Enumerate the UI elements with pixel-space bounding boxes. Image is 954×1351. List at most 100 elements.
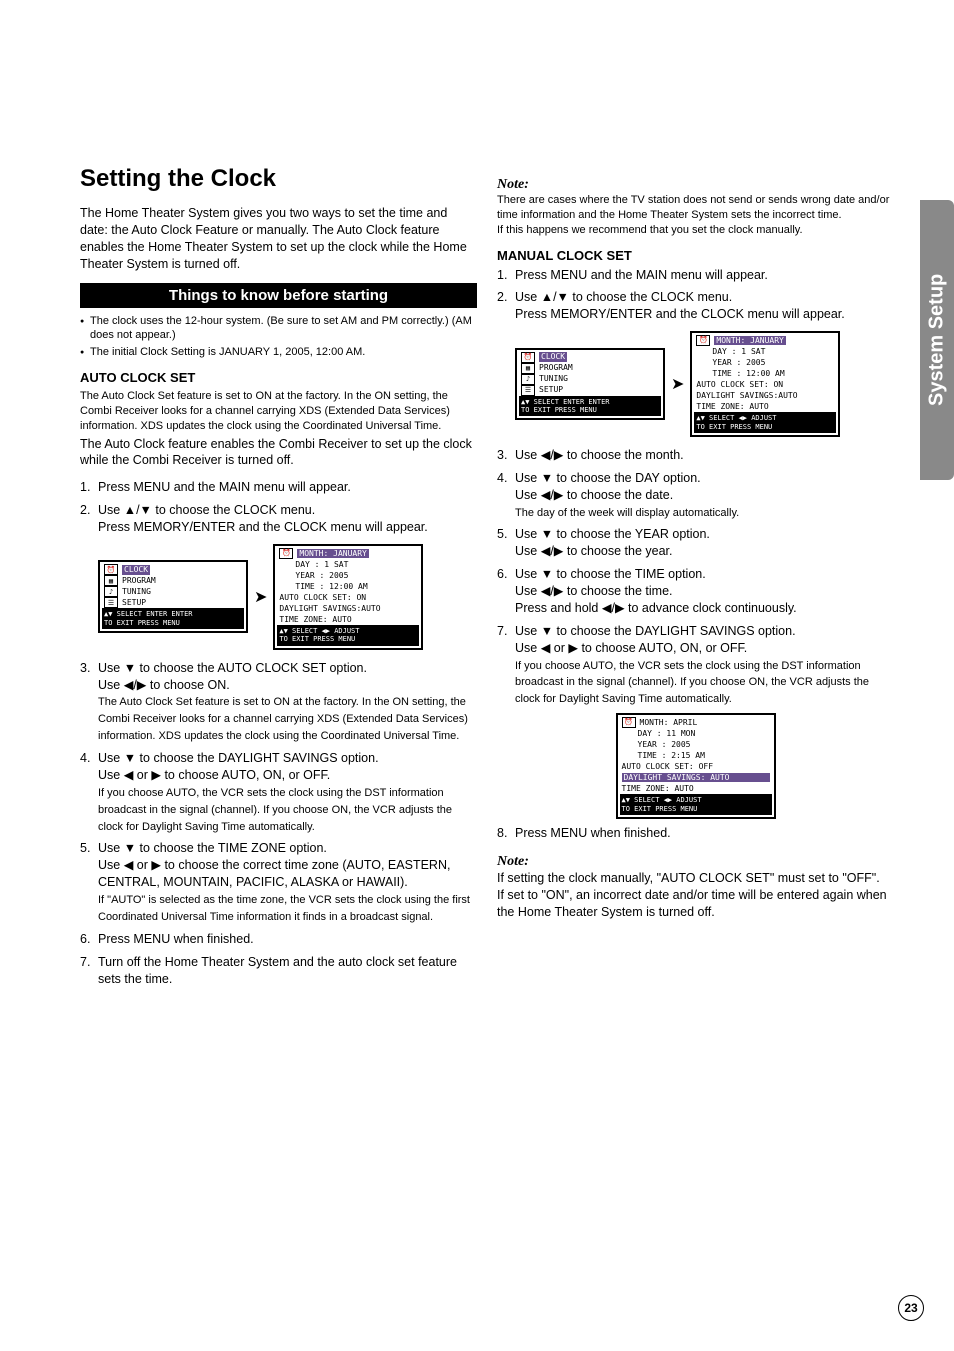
step-item: 4.Use ▼ to choose the DAY option.Use ◀/▶… — [497, 470, 894, 521]
manual-steps-2: 3. Use ◀/▶ to choose the month. 4.Use ▼ t… — [497, 447, 894, 707]
osd-footer: ▲▼ SELECT ENTER ENTER TO EXIT PRESS MENU — [519, 396, 661, 417]
menu-item: CLOCK — [539, 352, 567, 362]
menu-item: TUNING — [122, 587, 151, 597]
menu-row: YEAR : 2005 — [277, 570, 419, 581]
menu-row: TIME ZONE: AUTO — [620, 783, 772, 794]
step-text: Use ◀/▶ to choose ON. — [98, 678, 230, 692]
step-num: 1. — [80, 479, 90, 496]
left-column: Setting the Clock The Home Theater Syste… — [80, 165, 477, 993]
step-num: 6. — [80, 931, 90, 948]
menu-row: MONTH: JANUARY — [714, 336, 785, 346]
step-text: Press MENU when finished. — [98, 932, 254, 946]
step-text: Press MEMORY/ENTER and the CLOCK menu wi… — [98, 520, 428, 534]
footer-line: TO EXIT PRESS MENU — [104, 619, 242, 627]
clock-icon: ⏰ — [521, 352, 535, 363]
step-num: 7. — [80, 954, 90, 971]
clock-icon: ⏰ — [279, 548, 293, 559]
step-item: 8.Press MENU when finished. — [497, 825, 894, 842]
page-number: 23 — [898, 1295, 924, 1321]
program-icon: ▦ — [521, 363, 535, 374]
manual-steps-3: 8.Press MENU when finished. — [497, 825, 894, 842]
tuning-icon: ♪ — [104, 586, 118, 597]
osd-footer: ▲▼ SELECT ◀▶ ADJUST TO EXIT PRESS MENU — [694, 412, 836, 433]
step-text: Use ▼ to choose the DAYLIGHT SAVINGS opt… — [98, 751, 379, 765]
clock-icon: ⏰ — [622, 717, 636, 728]
auto-para-2: The Auto Clock feature enables the Combi… — [80, 436, 477, 470]
figure-menus: ⏰CLOCK ▦PROGRAM ♪TUNING ☰SETUP ▲▼ SELECT… — [98, 544, 477, 650]
menu-item: PROGRAM — [122, 576, 156, 586]
menu-row: DAY : 1 SAT — [277, 559, 419, 570]
note-text: If setting the clock manually, "AUTO CLO… — [497, 870, 894, 887]
step-text: Use ◀/▶ to choose the year. — [515, 544, 673, 558]
step-item: 2.Use ▲/▼ to choose the CLOCK menu.Press… — [497, 289, 894, 323]
step-text: Press MENU when finished. — [515, 826, 671, 840]
step-text: Press and hold ◀/▶ to advance clock cont… — [515, 601, 797, 615]
note-text: If set to "ON", an incorrect date and/or… — [497, 887, 894, 921]
step-num: 6. — [497, 566, 507, 583]
footer-line: ▲▼ SELECT ◀▶ ADJUST — [696, 414, 834, 422]
step-text: Use ▼ to choose the DAY option. — [515, 471, 701, 485]
auto-para-1: The Auto Clock Set feature is set to ON … — [80, 389, 477, 434]
menu-row: TIME : 12:00 AM — [277, 581, 419, 592]
footer-line: ▲▼ SELECT ◀▶ ADJUST — [622, 796, 770, 804]
figure-clock-detail: ⏰MONTH: APRIL DAY : 11 MON YEAR : 2005 T… — [497, 713, 894, 819]
step-item: 3. Use ◀/▶ to choose the month. — [497, 447, 894, 464]
step-text: Use ◀/▶ to choose the date. — [515, 488, 673, 502]
things-bullets: The clock uses the 12-hour system. (Be s… — [80, 314, 477, 361]
menu-row: DAY : 11 MON — [620, 728, 772, 739]
step-num: 5. — [497, 526, 507, 543]
step-text: Press MEMORY/ENTER and the CLOCK menu wi… — [515, 307, 845, 321]
step-text: Press MENU and the MAIN menu will appear… — [515, 268, 768, 282]
note-text: There are cases where the TV station doe… — [497, 193, 894, 223]
things-heading: Things to know before starting — [80, 283, 477, 308]
menu-row: YEAR : 2005 — [694, 357, 836, 368]
step-num: 4. — [80, 750, 90, 767]
side-tab: System Setup — [920, 200, 954, 480]
osd-footer: ▲▼ SELECT ENTER ENTER TO EXIT PRESS MENU — [102, 608, 244, 629]
note-text: If this happens we recommend that you se… — [497, 223, 894, 238]
program-icon: ▦ — [104, 575, 118, 586]
step-num: 3. — [497, 447, 507, 464]
footer-line: TO EXIT PRESS MENU — [521, 406, 659, 414]
menu-row: TIME : 2:15 AM — [620, 750, 772, 761]
step-text: Use ◀ or ▶ to choose the correct time zo… — [98, 858, 450, 889]
tuning-icon: ♪ — [521, 374, 535, 385]
main-menu-osd: ⏰CLOCK ▦PROGRAM ♪TUNING ☰SETUP ▲▼ SELECT… — [515, 348, 665, 421]
step-item: 2.Use ▲/▼ to choose the CLOCK menu.Press… — [80, 502, 477, 536]
menu-row: MONTH: JANUARY — [297, 549, 368, 559]
menu-row: TIME ZONE: AUTO — [277, 614, 419, 625]
figure-menus: ⏰CLOCK ▦PROGRAM ♪TUNING ☰SETUP ▲▼ SELECT… — [515, 331, 894, 437]
step-item: 6. Press MENU when finished. — [80, 931, 477, 948]
step-text: Use ▲/▼ to choose the CLOCK menu. — [98, 503, 315, 517]
step-item: 4. Use ▼ to choose the DAYLIGHT SAVINGS o… — [80, 750, 477, 834]
osd-footer: ▲▼ SELECT ◀▶ ADJUST TO EXIT PRESS MENU — [277, 625, 419, 646]
clock-icon: ⏰ — [104, 564, 118, 575]
note-label: Note: — [497, 177, 894, 193]
page-title: Setting the Clock — [80, 165, 477, 193]
clock-detail-osd: ⏰MONTH: APRIL DAY : 11 MON YEAR : 2005 T… — [616, 713, 776, 819]
note-label: Note: — [497, 854, 894, 870]
menu-row: AUTO CLOCK SET: ON — [694, 379, 836, 390]
menu-item: TUNING — [539, 374, 568, 384]
auto-steps-cont: 3.Use ▼ to choose the AUTO CLOCK SET opt… — [80, 660, 477, 988]
step-item: 1.Press MENU and the MAIN menu will appe… — [497, 267, 894, 284]
step-text: Use ◀ or ▶ to choose AUTO, ON, or OFF. — [515, 641, 747, 655]
step-text: Use ▼ to choose the AUTO CLOCK SET optio… — [98, 661, 367, 675]
step-subtext: The day of the week will display automat… — [515, 507, 739, 519]
step-num: 5. — [80, 840, 90, 857]
menu-row: AUTO CLOCK SET: OFF — [620, 761, 772, 772]
step-item: 3.Use ▼ to choose the AUTO CLOCK SET opt… — [80, 660, 477, 744]
setup-icon: ☰ — [521, 385, 535, 396]
menu-row: YEAR : 2005 — [620, 739, 772, 750]
footer-line: ▲▼ SELECT ENTER ENTER — [104, 610, 242, 618]
step-item: 5.Use ▼ to choose the YEAR option.Use ◀/… — [497, 526, 894, 560]
menu-item: SETUP — [122, 598, 146, 608]
footer-line: ▲▼ SELECT ENTER ENTER — [521, 398, 659, 406]
arrow-right-icon: ➤ — [254, 587, 267, 607]
intro-text: The Home Theater System gives you two wa… — [80, 205, 477, 273]
step-item: 6.Use ▼ to choose the TIME option.Use ◀/… — [497, 566, 894, 617]
step-text: Use ◀/▶ to choose the month. — [515, 448, 684, 462]
step-text: Use ▼ to choose the DAYLIGHT SAVINGS opt… — [515, 624, 796, 638]
manual-steps-1: 1.Press MENU and the MAIN menu will appe… — [497, 267, 894, 324]
arrow-right-icon: ➤ — [671, 374, 684, 394]
